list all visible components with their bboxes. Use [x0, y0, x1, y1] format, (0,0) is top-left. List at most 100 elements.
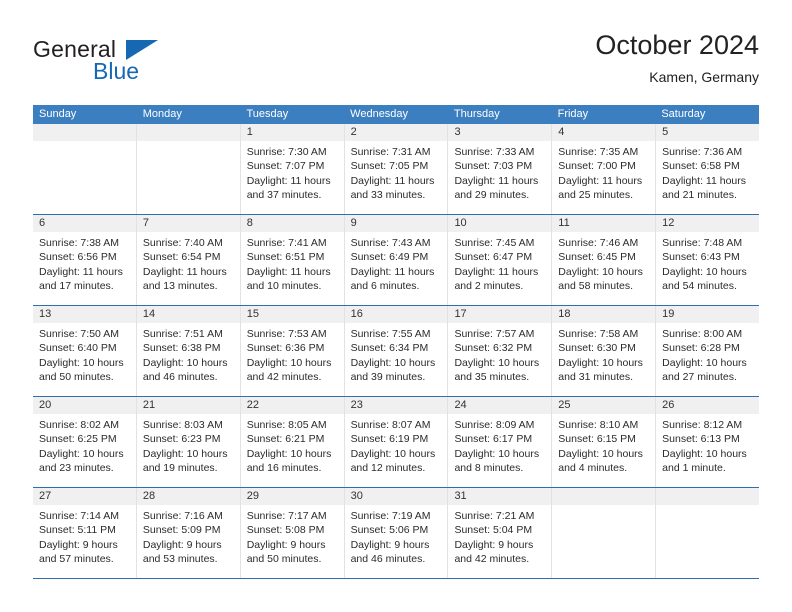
day-cell[interactable]: 3 Sunrise: 7:33 AM Sunset: 7:03 PM Daylight…: [448, 124, 553, 214]
daylight-text-line1: Daylight: 11 hours: [558, 174, 643, 187]
daylight-text-line2: and 16 minutes.: [246, 461, 322, 474]
day-cell[interactable]: 30 Sunrise: 7:19 AM Sunset: 5:06 PM Dayligh…: [344, 488, 449, 578]
day-number: 31: [448, 488, 552, 505]
daylight-text-line2: and 39 minutes.: [350, 370, 426, 383]
day-details: Sunrise: 7:57 AM Sunset: 6:32 PM Daylight:…: [448, 323, 551, 384]
day-cell[interactable]: 4 Sunrise: 7:35 AM Sunset: 7:00 PM Daylight…: [552, 124, 657, 214]
week-cells: 20 Sunrise: 8:02 AM Sunset: 6:25 PM Dayligh…: [33, 397, 760, 487]
sunset-text: Sunset: 7:05 PM: [350, 160, 429, 173]
day-cell[interactable]: 21 Sunrise: 8:03 AM Sunset: 6:23 PM Dayligh…: [136, 397, 241, 487]
day-number: 1: [240, 124, 344, 141]
daylight-text-line2: and 46 minutes.: [350, 552, 426, 565]
day-cell[interactable]: 31 Sunrise: 7:21 AM Sunset: 5:04 PM Dayligh…: [448, 488, 553, 578]
weekday-header-monday: Monday: [142, 108, 182, 120]
daylight-text-line2: and 31 minutes.: [558, 370, 634, 383]
daylight-text-line1: Daylight: 10 hours: [662, 447, 747, 460]
daylight-text-line2: and 17 minutes.: [39, 279, 114, 292]
day-cell[interactable]: 27 Sunrise: 7:14 AM Sunset: 5:11 PM Dayligh…: [33, 488, 137, 578]
day-cell[interactable]: 12 Sunrise: 7:48 AM Sunset: 6:43 PM Dayligh…: [656, 215, 760, 305]
general-blue-logo: General Blue: [33, 36, 213, 92]
day-cell[interactable]: 20 Sunrise: 8:02 AM Sunset: 6:25 PM Dayligh…: [33, 397, 137, 487]
day-cell[interactable]: 5 Sunrise: 7:36 AM Sunset: 6:58 PM Daylight…: [656, 124, 760, 214]
day-cell[interactable]: 26 Sunrise: 8:12 AM Sunset: 6:13 PM Dayligh…: [656, 397, 760, 487]
day-cell[interactable]: 6 Sunrise: 7:38 AM Sunset: 6:56 PM Daylight…: [33, 215, 137, 305]
daylight-text-line1: Daylight: 9 hours: [39, 538, 118, 551]
daylight-text-line1: Daylight: 10 hours: [662, 356, 747, 369]
day-details: Sunrise: 8:00 AM Sunset: 6:28 PM Daylight:…: [656, 323, 759, 384]
day-cell[interactable]: 15 Sunrise: 7:53 AM Sunset: 6:36 PM Dayligh…: [240, 306, 345, 396]
day-cell[interactable]: 14 Sunrise: 7:51 AM Sunset: 6:38 PM Dayligh…: [136, 306, 241, 396]
sunrise-text: Sunrise: 8:07 AM: [350, 419, 431, 431]
day-number: 12: [656, 215, 760, 232]
daylight-text-line2: and 4 minutes.: [558, 461, 628, 474]
sunset-text: Sunset: 6:56 PM: [39, 251, 117, 264]
day-cell[interactable]: 29 Sunrise: 7:17 AM Sunset: 5:08 PM Dayligh…: [240, 488, 345, 578]
sunset-text: Sunset: 6:32 PM: [454, 342, 533, 355]
sunrise-text: Sunrise: 7:21 AM: [454, 510, 535, 522]
sunrise-text: Sunrise: 7:35 AM: [558, 146, 639, 158]
day-number: 6: [33, 215, 136, 232]
day-number: 14: [136, 306, 240, 323]
sunrise-text: Sunrise: 8:03 AM: [142, 419, 223, 431]
calendar-week-row: 13 Sunrise: 7:50 AM Sunset: 6:40 PM Dayligh…: [33, 305, 760, 396]
page-title: October 2024: [595, 30, 759, 60]
sunrise-text: Sunrise: 7:45 AM: [454, 237, 535, 249]
day-number: 26: [656, 397, 760, 414]
day-number: [552, 488, 656, 505]
daylight-text-line2: and 12 minutes.: [350, 461, 426, 474]
day-details: Sunrise: 7:31 AM Sunset: 7:05 PM Daylight:…: [345, 141, 448, 202]
day-cell[interactable]: 10 Sunrise: 7:45 AM Sunset: 6:47 PM Dayligh…: [448, 215, 553, 305]
day-cell[interactable]: 8 Sunrise: 7:41 AM Sunset: 6:51 PM Daylight…: [240, 215, 345, 305]
day-cell[interactable]: 22 Sunrise: 8:05 AM Sunset: 6:21 PM Dayligh…: [240, 397, 345, 487]
day-number: 23: [344, 397, 448, 414]
day-number: 21: [136, 397, 240, 414]
day-number: 5: [656, 124, 760, 141]
sunset-text: Sunset: 6:36 PM: [246, 342, 325, 355]
sunset-text: Sunset: 6:47 PM: [454, 251, 533, 264]
sunrise-text: Sunrise: 7:48 AM: [662, 237, 743, 249]
page-subtitle: Kamen, Germany: [649, 69, 759, 85]
sunrise-text: Sunrise: 8:09 AM: [454, 419, 535, 431]
daylight-text-line1: Daylight: 11 hours: [350, 174, 435, 187]
day-cell[interactable]: 17 Sunrise: 7:57 AM Sunset: 6:32 PM Dayligh…: [448, 306, 553, 396]
sunset-text: Sunset: 6:25 PM: [39, 433, 117, 446]
calendar-table: Sunday Monday Tuesday Wednesday Thursday…: [33, 105, 760, 579]
day-cell[interactable]: 25 Sunrise: 8:10 AM Sunset: 6:15 PM Dayligh…: [552, 397, 657, 487]
sunrise-text: Sunrise: 8:05 AM: [246, 419, 327, 431]
day-cell[interactable]: 2 Sunrise: 7:31 AM Sunset: 7:05 PM Daylight…: [344, 124, 449, 214]
day-details: Sunrise: 7:19 AM Sunset: 5:06 PM Daylight:…: [345, 505, 448, 566]
day-number: 11: [552, 215, 656, 232]
day-details: Sunrise: 8:07 AM Sunset: 6:19 PM Daylight:…: [345, 414, 448, 475]
sunset-text: Sunset: 6:34 PM: [350, 342, 429, 355]
day-cell[interactable]: 23 Sunrise: 8:07 AM Sunset: 6:19 PM Dayligh…: [344, 397, 449, 487]
day-details: Sunrise: 7:43 AM Sunset: 6:49 PM Daylight:…: [345, 232, 448, 293]
daylight-text-line1: Daylight: 11 hours: [246, 265, 331, 278]
day-number: 19: [656, 306, 760, 323]
sunset-text: Sunset: 6:19 PM: [350, 433, 429, 446]
day-cell[interactable]: 9 Sunrise: 7:43 AM Sunset: 6:49 PM Daylight…: [344, 215, 449, 305]
day-number: 7: [136, 215, 240, 232]
daylight-text-line1: Daylight: 10 hours: [142, 447, 228, 460]
day-cell[interactable]: 28 Sunrise: 7:16 AM Sunset: 5:09 PM Dayligh…: [136, 488, 241, 578]
day-cell[interactable]: 11 Sunrise: 7:46 AM Sunset: 6:45 PM Dayligh…: [552, 215, 657, 305]
sunset-text: Sunset: 6:40 PM: [39, 342, 117, 355]
day-cell[interactable]: 18 Sunrise: 7:58 AM Sunset: 6:30 PM Dayligh…: [552, 306, 657, 396]
day-details: Sunrise: 7:53 AM Sunset: 6:36 PM Daylight:…: [241, 323, 344, 384]
daylight-text-line1: Daylight: 10 hours: [142, 356, 228, 369]
day-cell[interactable]: 16 Sunrise: 7:55 AM Sunset: 6:34 PM Dayligh…: [344, 306, 449, 396]
daylight-text-line2: and 50 minutes.: [246, 552, 322, 565]
day-details: Sunrise: 7:58 AM Sunset: 6:30 PM Daylight:…: [552, 323, 655, 384]
day-cell[interactable]: 7 Sunrise: 7:40 AM Sunset: 6:54 PM Daylight…: [136, 215, 241, 305]
sunrise-text: Sunrise: 7:40 AM: [142, 237, 223, 249]
sunrise-text: Sunrise: 8:02 AM: [39, 419, 119, 431]
sunrise-text: Sunrise: 7:16 AM: [142, 510, 223, 522]
daylight-text-line2: and 23 minutes.: [39, 461, 114, 474]
day-details: Sunrise: 7:35 AM Sunset: 7:00 PM Daylight:…: [552, 141, 655, 202]
sunset-text: Sunset: 6:30 PM: [558, 342, 636, 355]
day-cell[interactable]: 13 Sunrise: 7:50 AM Sunset: 6:40 PM Dayligh…: [33, 306, 137, 396]
day-cell[interactable]: 24 Sunrise: 8:09 AM Sunset: 6:17 PM Dayligh…: [448, 397, 553, 487]
day-cell[interactable]: 19 Sunrise: 8:00 AM Sunset: 6:28 PM Dayligh…: [656, 306, 760, 396]
daylight-text-line1: Daylight: 10 hours: [246, 356, 332, 369]
sunrise-text: Sunrise: 8:12 AM: [662, 419, 743, 431]
day-cell[interactable]: 1 Sunrise: 7:30 AM Sunset: 7:07 PM Daylight…: [240, 124, 345, 214]
